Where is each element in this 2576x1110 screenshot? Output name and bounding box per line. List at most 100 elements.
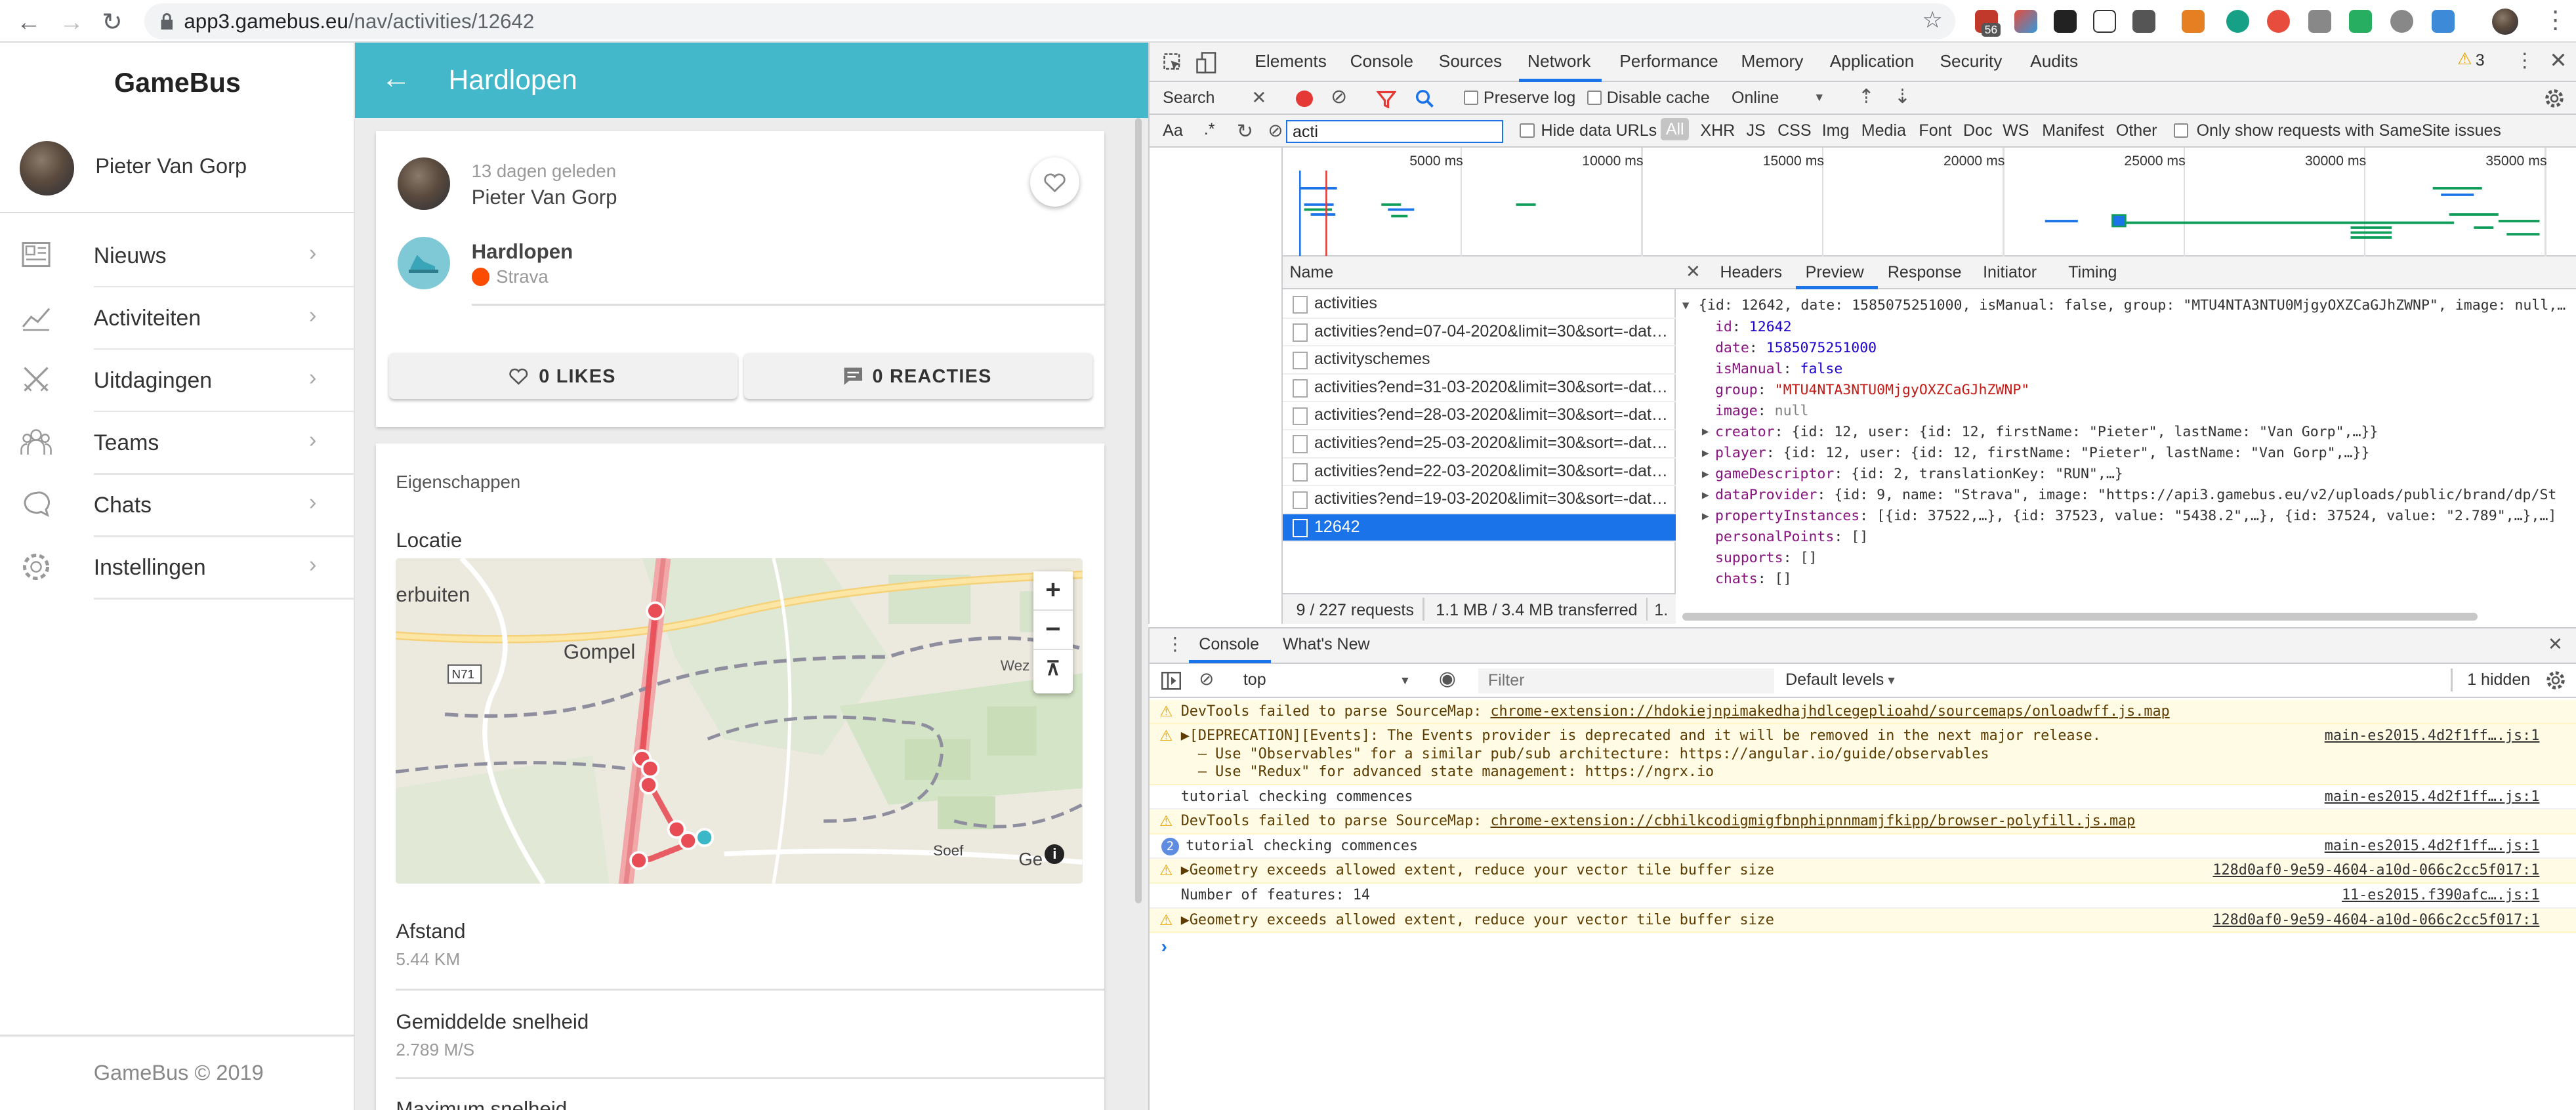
network-timeline-overview[interactable]: 5000 ms 10000 ms 15000 ms 20000 ms 25000… — [1283, 148, 2576, 257]
clear-icon[interactable]: ⊘ — [1268, 120, 1283, 141]
reload-icon[interactable]: ↻ — [102, 8, 122, 35]
request-row[interactable]: activities?end=31-03-2020&limit=30&sort=… — [1283, 375, 1676, 403]
sidebar-item-teams[interactable]: Teams › — [0, 412, 355, 475]
json-field[interactable]: group: "MTU4NTA3NTU0MjgyOXZCaGJhZWNP" — [1715, 382, 2029, 398]
tab-response[interactable]: Response — [1888, 263, 1962, 282]
route-map[interactable]: erbuiten Gompel N71 Soef Ge Wez i + − ⊼ — [396, 558, 1083, 884]
tab-timing[interactable]: Timing — [2068, 263, 2117, 282]
console-message-warning[interactable]: ⚠ ▶[DEPRECATION][Events]: The Events pro… — [1150, 724, 2576, 785]
clear-log-icon[interactable]: ⊘ — [1331, 85, 1347, 108]
console-message-warning[interactable]: ⚠ DevTools failed to parse SourceMap: ch… — [1150, 810, 2576, 834]
preserve-log-checkbox[interactable] — [1463, 90, 1479, 106]
profile-avatar[interactable] — [2492, 8, 2519, 35]
extension-icon[interactable] — [2267, 10, 2291, 33]
filter-type-all[interactable]: All — [1661, 118, 1690, 141]
expand-triangle-icon[interactable]: ▶ — [1702, 468, 1709, 481]
request-row[interactable]: activities — [1283, 291, 1676, 319]
zoom-in-button[interactable]: + — [1033, 571, 1073, 611]
console-settings-gear-icon[interactable] — [2546, 670, 2566, 690]
expand-triangle-icon[interactable]: ▶ — [1702, 489, 1709, 502]
tab-application[interactable]: Application — [1830, 51, 1915, 72]
like-heart-button[interactable] — [1029, 157, 1079, 207]
console-filter-input[interactable] — [1478, 668, 1774, 693]
request-row-selected[interactable]: 12642 — [1283, 514, 1676, 543]
tab-elements[interactable]: Elements — [1255, 51, 1327, 72]
filter-type-doc[interactable]: Doc — [1963, 121, 1993, 140]
record-icon[interactable] — [1296, 90, 1313, 107]
console-message-warning[interactable]: ⚠ DevTools failed to parse SourceMap: ch… — [1150, 699, 2576, 725]
json-field[interactable]: date: 1585075251000 — [1715, 340, 1877, 356]
console-prompt[interactable]: › — [1161, 936, 1167, 957]
horizontal-scrollbar[interactable] — [1682, 612, 2478, 621]
search-icon[interactable] — [1415, 89, 1434, 108]
extension-icon[interactable] — [2226, 10, 2249, 33]
sidebar-item-nieuws[interactable]: Nieuws › — [0, 225, 355, 288]
json-field[interactable]: image: null — [1715, 403, 1809, 419]
filter-type-css[interactable]: CSS — [1777, 121, 1811, 140]
user-profile-row[interactable]: Pieter Van Gorp — [0, 131, 355, 214]
tab-memory[interactable]: Memory — [1741, 51, 1804, 72]
device-toolbar-icon[interactable] — [1195, 51, 1217, 74]
hide-data-urls-checkbox[interactable] — [1520, 123, 1535, 138]
close-devtools-icon[interactable]: ✕ — [2549, 48, 2567, 73]
bookmark-star-icon[interactable]: ☆ — [1922, 7, 1942, 33]
expand-triangle-icon[interactable]: ▶ — [1702, 425, 1709, 438]
extension-icon[interactable] — [2431, 10, 2455, 33]
tab-sources[interactable]: Sources — [1439, 51, 1502, 72]
sidebar-toggle-icon[interactable] — [1161, 672, 1181, 690]
json-field[interactable]: personalPoints: [] — [1715, 529, 1868, 545]
request-row[interactable]: activities?end=22-03-2020&limit=30&sort=… — [1283, 459, 1676, 487]
message-source-link[interactable]: main-es2015.4d2f1ff….js:1 — [2325, 789, 2540, 805]
request-list-header[interactable]: Name — [1283, 256, 1676, 289]
sidebar-item-uitdagingen[interactable]: Uitdagingen › — [0, 350, 355, 413]
zoom-out-button[interactable]: − — [1033, 611, 1073, 651]
tab-console[interactable]: Console — [1350, 51, 1413, 72]
json-field[interactable]: dataProvider: {id: 9, name: "Strava", im… — [1715, 487, 2556, 503]
expand-triangle-icon[interactable]: ▶ — [1702, 510, 1709, 523]
console-message-warning[interactable]: ⚠ ▶Geometry exceeds allowed extent, redu… — [1150, 859, 2576, 884]
extension-icon[interactable] — [2390, 10, 2414, 33]
message-source-link[interactable]: 128d0af0-9e59-4604-a10d-066c2cc5f017:1 — [2212, 912, 2539, 928]
scrollbar[interactable] — [1135, 118, 1142, 904]
compass-reset-button[interactable]: ⊼ — [1033, 650, 1073, 690]
message-source-link[interactable]: main-es2015.4d2f1ff….js:1 — [2325, 728, 2540, 744]
json-root[interactable]: {id: 12642, date: 1585075251000, isManua… — [1699, 297, 2566, 314]
console-message-log[interactable]: Number of features: 14 11-es2015.f390afc… — [1150, 884, 2576, 909]
filter-type-js[interactable]: JS — [1747, 121, 1766, 140]
sourcemap-link[interactable]: chrome-extension://cbhilkcodigmigfbnphip… — [1490, 813, 2135, 829]
menu-dots-icon[interactable]: ⋮ — [2543, 7, 2568, 33]
json-field[interactable]: supports: [] — [1715, 550, 1817, 566]
request-row[interactable]: activities?end=25-03-2020&limit=30&sort=… — [1283, 430, 1676, 459]
export-icon[interactable]: ⇣ — [1894, 85, 1911, 108]
context-select[interactable]: top — [1243, 670, 1266, 689]
reactions-button[interactable]: 0 REACTIES — [744, 353, 1092, 400]
json-field[interactable]: id: 12642 — [1715, 319, 1792, 335]
filter-icon[interactable] — [1377, 91, 1397, 109]
extension-icon[interactable] — [2053, 10, 2077, 33]
json-field[interactable]: chats: [] — [1715, 571, 1792, 587]
tab-audits[interactable]: Audits — [2030, 51, 2078, 72]
json-field[interactable]: gameDescriptor: {id: 2, translationKey: … — [1715, 466, 2123, 482]
filter-type-other[interactable]: Other — [2116, 121, 2157, 140]
json-field[interactable]: isManual: false — [1715, 361, 1842, 377]
request-row[interactable]: activities?end=19-03-2020&limit=30&sort=… — [1283, 486, 1676, 514]
tab-security[interactable]: Security — [1940, 51, 2002, 72]
request-row[interactable]: activityschemes — [1283, 346, 1676, 375]
drawer-menu-icon[interactable]: ⋮ — [1166, 634, 1184, 655]
close-drawer-icon[interactable]: ✕ — [2548, 634, 2563, 655]
filter-type-ws[interactable]: WS — [2003, 121, 2029, 140]
back-arrow-icon[interactable]: ← — [16, 8, 41, 35]
warning-icon[interactable]: ⚠ — [2457, 49, 2472, 69]
tab-preview[interactable]: Preview — [1806, 263, 1864, 282]
console-message-log[interactable]: 2 tutorial checking commences main-es201… — [1150, 834, 2576, 859]
message-source-link[interactable]: 128d0af0-9e59-4604-a10d-066c2cc5f017:1 — [2212, 862, 2539, 878]
close-detail-icon[interactable]: ✕ — [1686, 261, 1701, 282]
sidebar-item-chats[interactable]: Chats › — [0, 475, 355, 537]
devtools-menu-icon[interactable]: ⋮ — [2515, 49, 2535, 72]
likes-button[interactable]: 0 LIKES — [389, 353, 738, 400]
address-bar[interactable]: app3.gamebus.eu/nav/activities/12642 ☆ — [144, 3, 1955, 40]
json-field[interactable]: creator: {id: 12, user: {id: 12, firstNa… — [1715, 424, 2378, 440]
close-search-icon[interactable]: ✕ — [1251, 87, 1266, 108]
request-row[interactable]: activities?end=07-04-2020&limit=30&sort=… — [1283, 319, 1676, 347]
match-case-toggle[interactable]: Aa — [1163, 121, 1183, 140]
